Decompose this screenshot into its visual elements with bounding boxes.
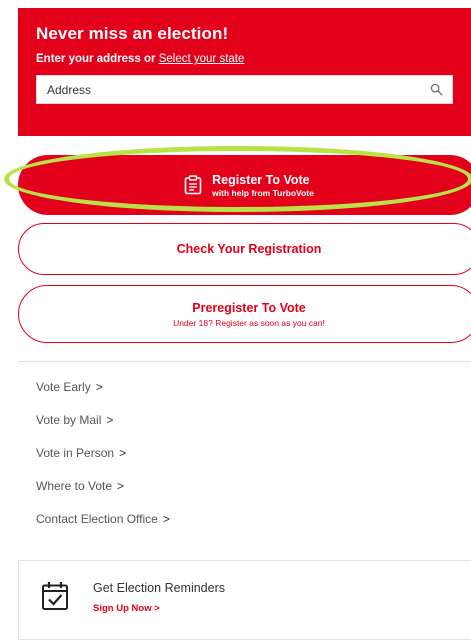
register-sublabel: with help from TurboVote [212, 187, 314, 198]
check-registration-label: Check Your Registration [176, 242, 322, 256]
chevron-right-icon: > [106, 413, 114, 427]
select-state-link[interactable]: Select your state [159, 53, 245, 65]
contact-election-office-label: Contact Election Office [36, 512, 158, 526]
sign-up-label: Sign Up Now [93, 603, 152, 614]
election-banner: Never miss an election! Enter your addre… [18, 8, 471, 136]
voting-links-list: Vote Early > Vote by Mail > Vote in Person… [36, 380, 170, 545]
address-input[interactable] [37, 76, 437, 103]
calendar-check-icon [42, 582, 68, 610]
register-button-text: Register To Vote with help from TurboVot… [212, 173, 314, 198]
where-to-vote-link[interactable]: Where to Vote > [36, 479, 170, 512]
chevron-right-icon: > [119, 446, 127, 460]
chevron-right-icon: > [95, 380, 103, 394]
vote-in-person-link[interactable]: Vote in Person > [36, 446, 170, 479]
preregister-button[interactable]: Preregister To Vote Under 18? Register a… [18, 285, 471, 343]
banner-subtitle: Enter your address or Select your state [36, 53, 453, 65]
clipboard-icon [184, 175, 202, 195]
preregister-sublabel: Under 18? Register as soon as you can! [173, 317, 325, 328]
vote-early-link[interactable]: Vote Early > [36, 380, 170, 413]
election-reminders-card: Get Election Reminders Sign Up Now > [18, 560, 471, 640]
chevron-right-icon: > [154, 603, 160, 614]
or-text: or [144, 53, 156, 65]
banner-title: Never miss an election! [36, 24, 229, 43]
address-search [36, 75, 453, 104]
where-to-vote-label: Where to Vote [36, 479, 113, 493]
preregister-label: Preregister To Vote [192, 300, 306, 315]
register-button-content: Register To Vote with help from TurboVot… [184, 173, 314, 198]
enter-address-text: Enter your address [36, 53, 141, 65]
sign-up-link[interactable]: Sign Up Now > [93, 603, 160, 614]
vote-by-mail-link[interactable]: Vote by Mail > [36, 413, 170, 446]
register-label: Register To Vote [212, 172, 310, 187]
chevron-right-icon: > [162, 512, 170, 526]
chevron-right-icon: > [117, 479, 125, 493]
vote-early-label: Vote Early [36, 380, 91, 394]
search-icon[interactable] [430, 83, 443, 96]
vote-by-mail-label: Vote by Mail [36, 413, 102, 427]
vote-in-person-label: Vote in Person [36, 446, 115, 460]
contact-election-office-link[interactable]: Contact Election Office > [36, 512, 170, 545]
section-divider [18, 361, 471, 362]
register-to-vote-button[interactable]: Register To Vote with help from TurboVot… [18, 155, 471, 215]
reminders-title: Get Election Reminders [93, 581, 226, 595]
check-registration-button[interactable]: Check Your Registration [18, 223, 471, 275]
